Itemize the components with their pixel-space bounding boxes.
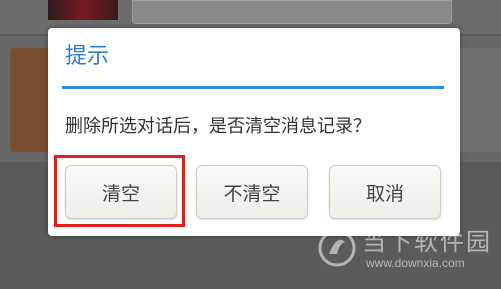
keep-button[interactable]: 不清空	[196, 165, 308, 219]
cancel-button[interactable]: 取消	[329, 165, 441, 219]
background-thumbnail-right	[458, 48, 501, 152]
keep-button-label: 不清空	[223, 182, 281, 205]
watermark-logo-icon	[318, 229, 356, 267]
highlight-annotation	[54, 155, 185, 227]
dialog-message: 删除所选对话后，是否清空消息记录？	[65, 116, 371, 137]
dialog-title: 提示	[65, 44, 110, 69]
background-input	[132, 0, 452, 24]
background-thumbnail	[10, 48, 50, 152]
avatar	[48, 0, 118, 20]
cancel-button-label: 取消	[365, 182, 404, 205]
watermark-url: www.downxia.com	[366, 256, 465, 270]
watermark-brand: 当下软件园	[362, 228, 492, 256]
title-divider	[62, 86, 444, 89]
